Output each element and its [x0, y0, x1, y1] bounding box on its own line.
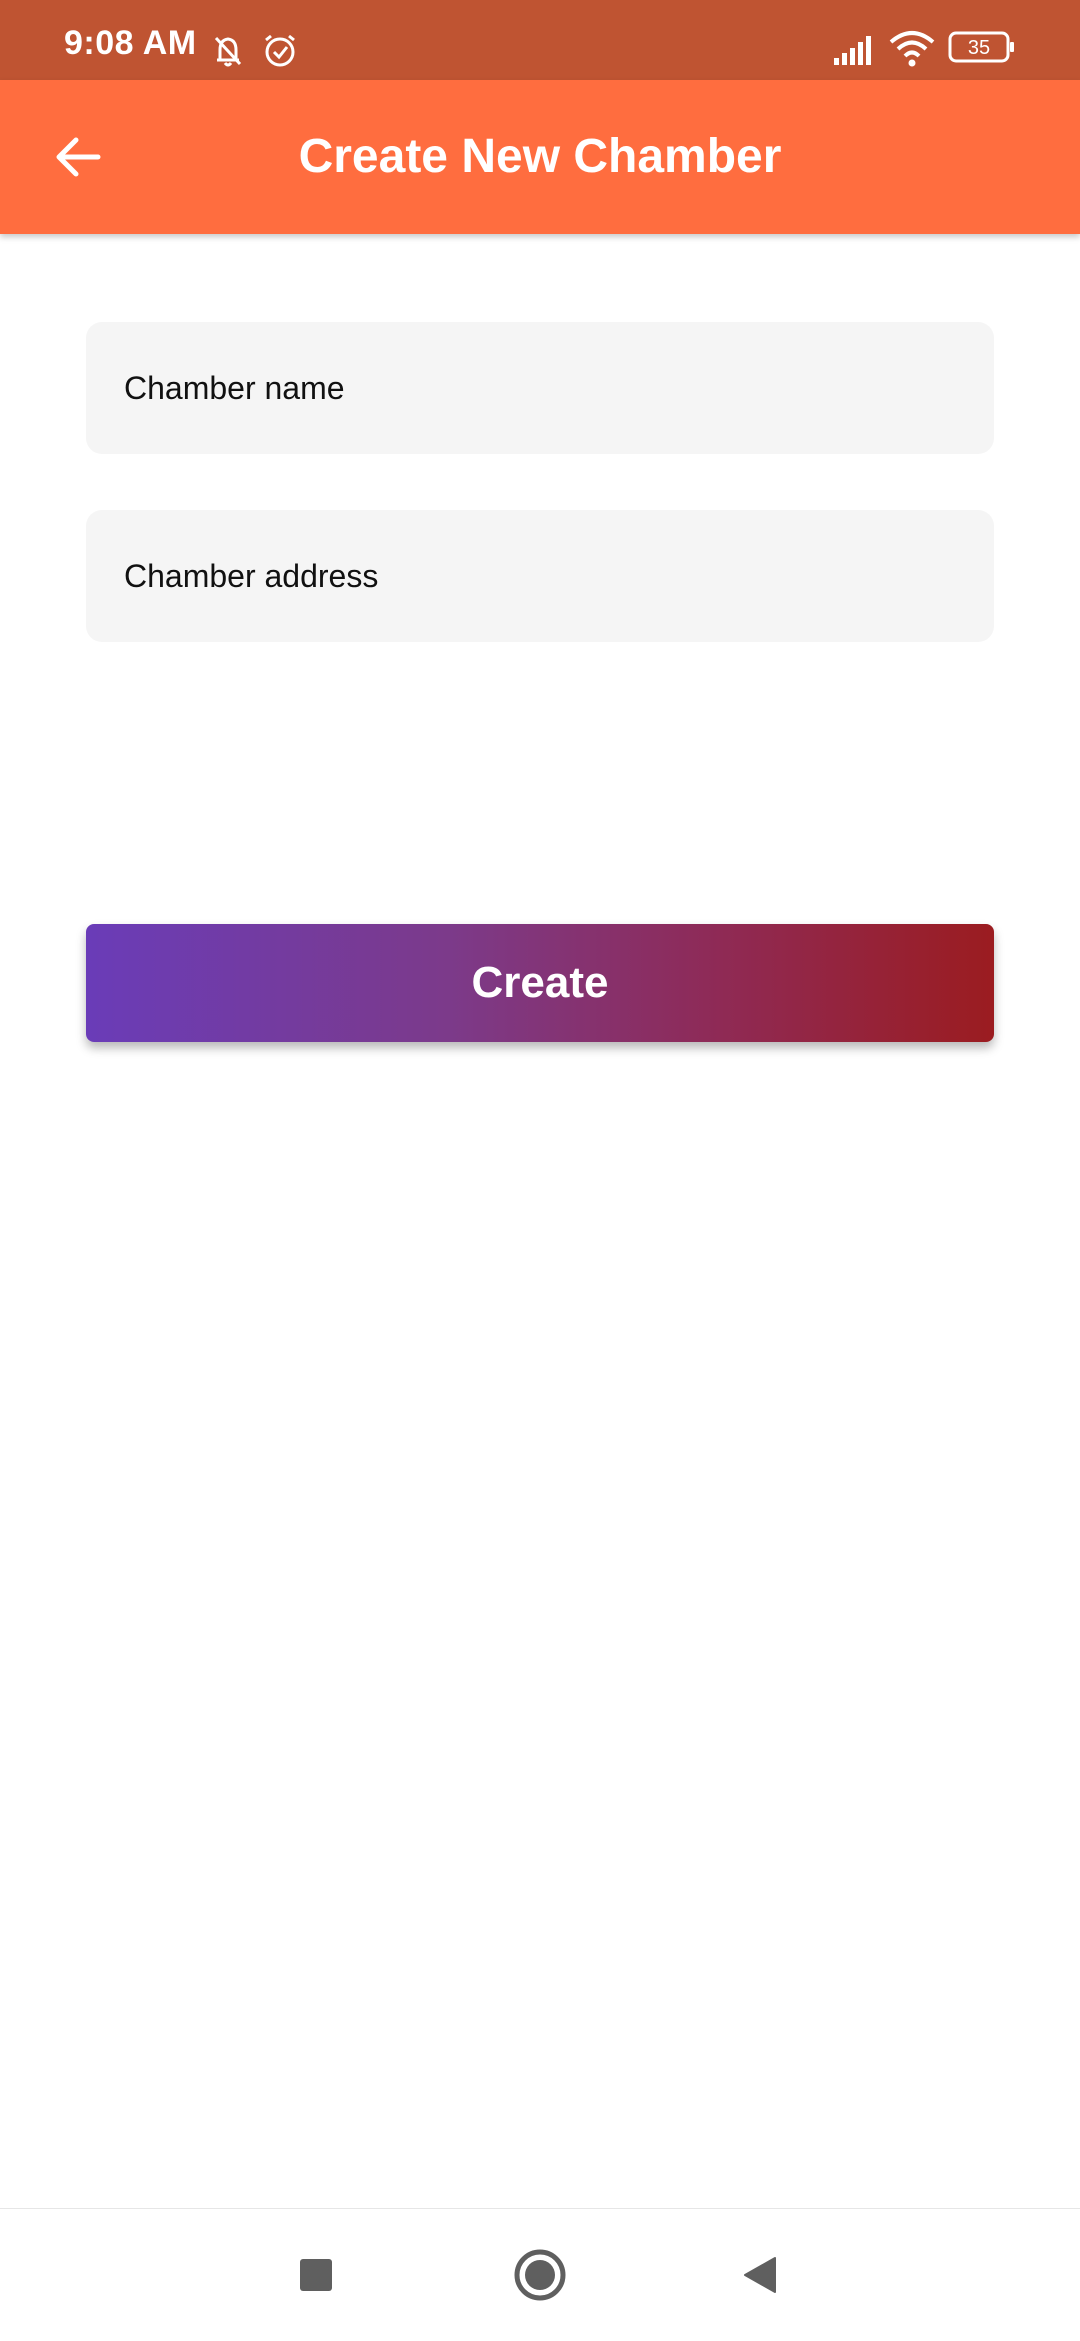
arrow-left-icon: [56, 137, 101, 177]
app-bar: Create New Chamber: [0, 80, 1080, 234]
wifi-icon: [888, 28, 936, 73]
recents-button[interactable]: [280, 2239, 352, 2311]
page-title: Create New Chamber: [298, 130, 782, 183]
create-button-label: Create: [471, 958, 609, 1007]
recents-square-icon: [300, 2259, 332, 2291]
back-button[interactable]: [36, 115, 120, 199]
battery-icon: 35: [948, 30, 1018, 69]
signal-icon: [832, 32, 878, 71]
alarm-icon: [260, 30, 300, 75]
chamber-address-input[interactable]: [124, 510, 994, 642]
status-bar: 9:08 AM 35: [0, 0, 1080, 80]
back-triangle-icon: [744, 2257, 776, 2293]
chamber-address-field[interactable]: [86, 510, 994, 642]
home-button[interactable]: [504, 2239, 576, 2311]
home-circle-icon: [514, 2249, 566, 2301]
chamber-name-input[interactable]: [124, 322, 994, 454]
chamber-name-field[interactable]: [86, 322, 994, 454]
battery-level: 35: [968, 37, 990, 59]
back-nav-button[interactable]: [724, 2239, 796, 2311]
create-button[interactable]: Create: [86, 924, 994, 1042]
status-time: 9:08 AM: [64, 24, 197, 62]
system-nav-bar: [0, 2208, 1080, 2341]
bell-off-icon: [208, 30, 248, 75]
